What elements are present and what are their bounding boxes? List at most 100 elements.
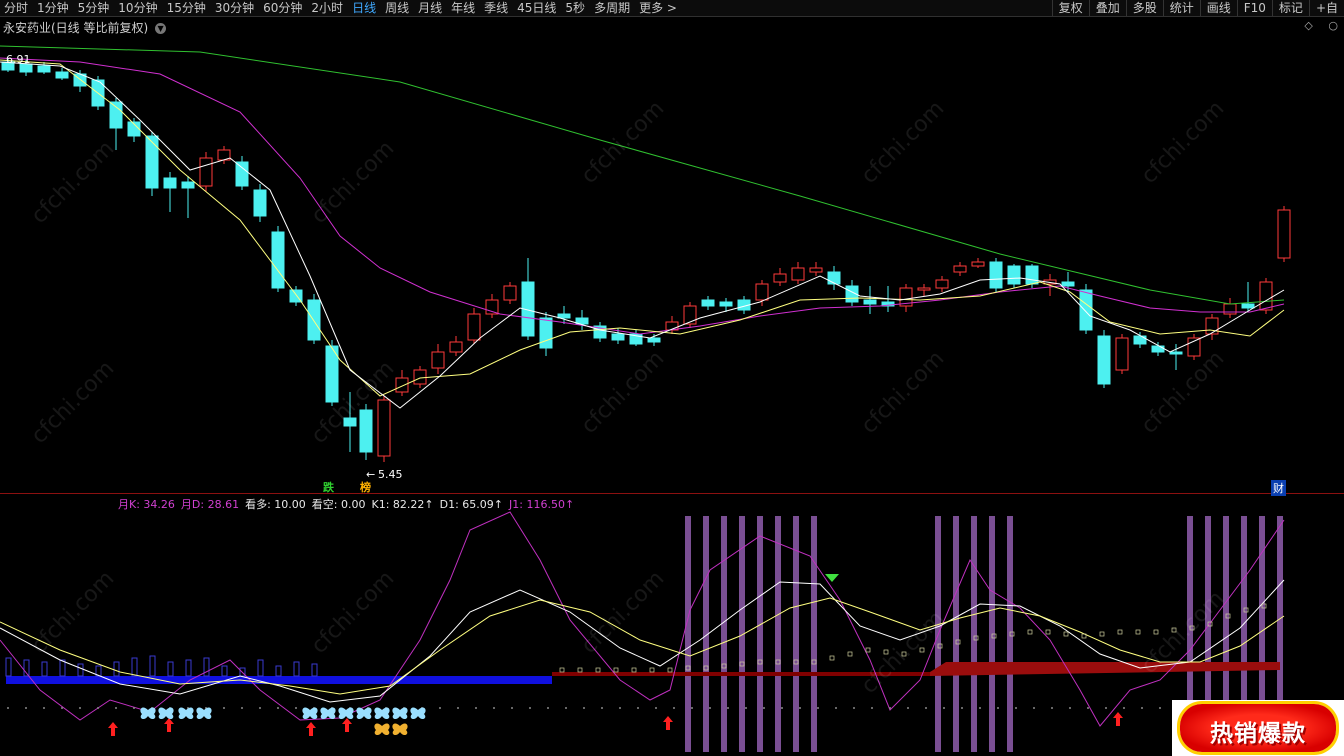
hollow-square-26: [1027, 629, 1033, 635]
dot-marker: [727, 707, 729, 709]
dot-marker: [511, 707, 513, 709]
dot-marker: [799, 707, 801, 709]
hollow-bar-10: [185, 659, 192, 677]
dot-marker: [601, 707, 603, 709]
signal-bar-2: [721, 516, 727, 752]
hollow-bar-7: [131, 657, 138, 677]
hollow-square-33: [1153, 629, 1159, 635]
dot-marker: [43, 707, 45, 709]
die-marker: 跌: [323, 481, 334, 494]
butterfly-icon-2: [178, 707, 194, 720]
butterfly-icon-3: [196, 707, 212, 720]
hollow-square-2: [595, 667, 601, 673]
bang-marker: 榜: [360, 481, 371, 494]
hollow-square-28: [1063, 631, 1069, 637]
dot-marker: [1123, 707, 1125, 709]
candle-body-59: [1061, 281, 1075, 287]
dot-marker: [61, 707, 63, 709]
candle-body-44: [791, 267, 805, 281]
signal-bar-0: [685, 516, 691, 752]
red-arrow-icon-4: [663, 716, 673, 730]
hollow-bar-16: [293, 661, 300, 677]
dot-marker: [115, 707, 117, 709]
dot-marker: [475, 707, 477, 709]
dot-marker: [133, 707, 135, 709]
hollow-square-6: [667, 667, 673, 673]
candle-body-52: [935, 279, 949, 289]
candle-body-51: [917, 287, 931, 291]
butterfly-icon-8: [374, 707, 390, 720]
kd-magenta-line: [0, 511, 1285, 727]
dot-marker: [925, 707, 927, 709]
hollow-square-3: [613, 667, 619, 673]
hollow-bar-17: [311, 663, 318, 677]
candle-body-26: [467, 313, 481, 341]
hollow-bar-4: [77, 663, 84, 677]
hollow-square-1: [577, 667, 583, 673]
promo-label: 热销爆款: [1210, 721, 1306, 747]
finance-badge[interactable]: 财: [1271, 480, 1286, 496]
dot-marker: [1069, 707, 1071, 709]
hollow-square-17: [865, 647, 871, 653]
hollow-square-30: [1099, 631, 1105, 637]
candle-body-70: [1259, 281, 1273, 311]
candle-body-71: [1277, 209, 1291, 259]
red-arrow-icon-3: [342, 718, 352, 732]
hollow-square-20: [919, 647, 925, 653]
dot-marker: [223, 707, 225, 709]
candle-body-62: [1115, 337, 1129, 371]
candle-body-69: [1241, 303, 1255, 309]
candle-body-63: [1133, 335, 1147, 345]
dot-marker: [241, 707, 243, 709]
signal-bar-10: [971, 516, 977, 752]
candle-body-22: [395, 377, 409, 393]
ma-white-line: [0, 61, 1285, 409]
hollow-bar-2: [41, 661, 48, 677]
bear-band: [6, 676, 552, 684]
indicator-readout: 月K: 34.26 月D: 28.61 看多: 10.00 看空: 0.00 K1: 8…: [118, 496, 580, 512]
red-arrow-icon-5: [1113, 712, 1123, 726]
red-arrow-icon-2: [306, 722, 316, 736]
dot-marker: [7, 707, 9, 709]
dot-marker: [1087, 707, 1089, 709]
dot-marker: [691, 707, 693, 709]
dot-marker: [781, 707, 783, 709]
dot-marker: [493, 707, 495, 709]
candle-body-40: [719, 301, 733, 307]
candle-body-9: [163, 177, 177, 189]
candle-body-30: [539, 317, 553, 349]
hollow-square-18: [883, 649, 889, 655]
dot-marker: [997, 707, 999, 709]
candle-body-13: [235, 161, 249, 187]
butterfly-icon-7: [356, 707, 372, 720]
dot-marker: [277, 707, 279, 709]
dot-marker: [673, 707, 675, 709]
candle-body-60: [1079, 289, 1093, 331]
dot-marker: [1033, 707, 1035, 709]
indicator-value-4: K1: 82.22↑: [371, 498, 434, 511]
dot-marker: [1141, 707, 1143, 709]
butterfly-icon-1: [158, 707, 174, 720]
candle-body-67: [1205, 317, 1219, 335]
candle-body-53: [953, 265, 967, 273]
candle-body-8: [145, 135, 159, 189]
high-price-label: 6.91: [6, 53, 31, 66]
promo-banner[interactable]: 热销爆款: [1172, 700, 1344, 756]
candle-body-24: [431, 351, 445, 369]
candle-body-64: [1151, 345, 1165, 353]
dot-marker: [259, 707, 261, 709]
hollow-square-5: [649, 667, 655, 673]
candle-body-38: [683, 305, 697, 325]
dot-marker: [1015, 707, 1017, 709]
dot-marker: [655, 707, 657, 709]
butterfly-icon-4: [302, 707, 318, 720]
candle-body-19: [343, 417, 357, 427]
dot-marker: [889, 707, 891, 709]
candle-body-39: [701, 299, 715, 307]
dot-marker: [79, 707, 81, 709]
signal-bar-4: [757, 516, 763, 752]
kline-chart: [0, 45, 1291, 752]
hollow-square-32: [1135, 629, 1141, 635]
dot-marker: [745, 707, 747, 709]
dot-marker: [817, 707, 819, 709]
